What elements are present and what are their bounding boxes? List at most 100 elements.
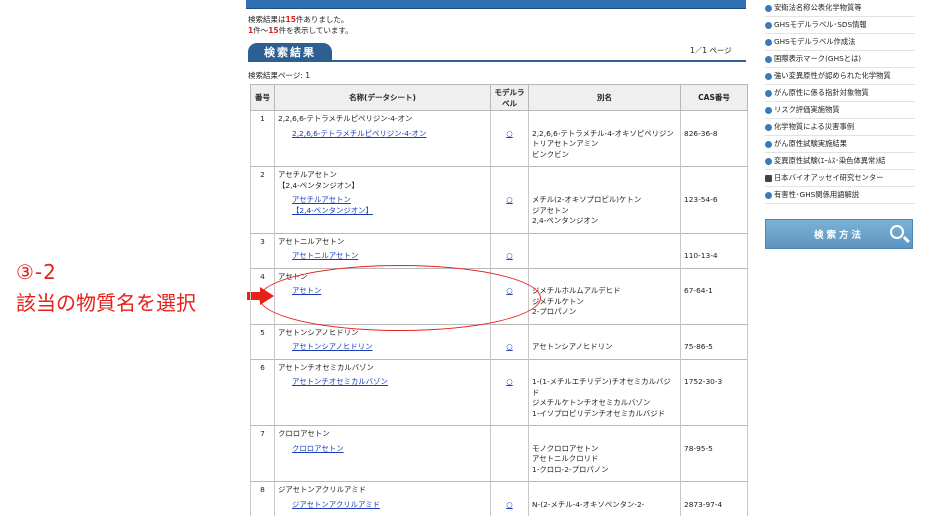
row-number: 2 bbox=[250, 166, 275, 193]
sidebar-item-label: 安衛法名称公表化学物質等 bbox=[774, 3, 862, 12]
alias-cell: モノクロロアセトン アセトニルクロリド 1-クロロ-2-プロパノン bbox=[528, 441, 681, 482]
header-number: 番号 bbox=[250, 84, 275, 111]
sidebar-item-label: 強い変異原性が認められた化学物質 bbox=[774, 71, 891, 80]
model-label-link[interactable]: ○ bbox=[506, 251, 512, 260]
row-number: 3 bbox=[250, 232, 275, 249]
table-row-detail: クロロアセトン モノクロロアセトン アセトニルクロリド 1-クロロ-2-プロパノン… bbox=[250, 441, 748, 482]
building-icon bbox=[765, 174, 772, 182]
header-model-label: モデルラベル bbox=[490, 84, 529, 111]
bullet-icon bbox=[765, 140, 772, 148]
substance-link[interactable]: アセチルアセトン 【2,4-ペンタンジオン】 bbox=[278, 195, 487, 216]
sidebar-item[interactable]: がん原性に係る指針対象物質 bbox=[765, 85, 915, 102]
table-row: 2 アセチルアセトン 【2,4-ペンタンジオン】 bbox=[250, 166, 748, 193]
sidebar-item[interactable]: 安衛法名称公表化学物質等 bbox=[765, 0, 915, 17]
table-row: 3 アセトニルアセトン bbox=[250, 232, 748, 249]
bullet-icon bbox=[765, 123, 772, 131]
page-count: 1／1 ページ bbox=[690, 46, 732, 55]
alias-cell: 2,2,6,6-テトラメチル-4-オキソピペリジン トリアセトンアミン ビンクビ… bbox=[528, 126, 681, 167]
table-row: 5 アセトンシアノヒドリン bbox=[250, 323, 748, 340]
table-row: 6 アセトンチオセミカルバゾン bbox=[250, 358, 748, 375]
cas-cell: 78-95-5 bbox=[680, 441, 748, 482]
model-label-link[interactable]: ○ bbox=[506, 342, 512, 351]
model-label-link[interactable]: ○ bbox=[506, 500, 512, 509]
table-row-detail: 2,2,6,6-テトラメチルピペリジン-4-オン ○ 2,2,6,6-テトラメチル-… bbox=[250, 126, 748, 167]
sidebar-item[interactable]: 国際表示マーク(GHSとは) bbox=[765, 51, 915, 68]
sidebar-item-label: リスク評価実施物質 bbox=[774, 105, 840, 114]
row-group-name: アセチルアセトン 【2,4-ペンタンジオン】 bbox=[274, 166, 491, 193]
sidebar-item-label: 有害性･GHS関係用語解説 bbox=[774, 190, 860, 199]
sidebar-item-label: 変異原性試験(ｴｰﾑｽ･染色体異常)結 bbox=[774, 156, 886, 165]
sidebar-item[interactable]: 強い変異原性が認められた化学物質 bbox=[765, 68, 915, 85]
bullet-icon bbox=[765, 55, 772, 63]
substance-link[interactable]: アセトンシアノヒドリン bbox=[278, 342, 487, 353]
sidebar-item[interactable]: 変異原性試験(ｴｰﾑｽ･染色体異常)結 bbox=[765, 153, 915, 170]
row-group-name: アセトンチオセミカルバゾン bbox=[274, 358, 491, 375]
highlight-oval bbox=[259, 265, 541, 331]
cas-cell: 75-86-5 bbox=[680, 340, 748, 359]
row-group-name: アセトニルアセトン bbox=[274, 232, 491, 249]
table-row: 8 ジアセトンアクリルアミド bbox=[250, 481, 748, 498]
cas-cell: 826-36-8 bbox=[680, 126, 748, 167]
heading-rule bbox=[248, 60, 746, 62]
row-number: 4 bbox=[250, 267, 275, 284]
bullet-icon bbox=[765, 89, 772, 97]
table-row: 1 2,2,6,6-テトラメチルピペリジン-4-オン bbox=[250, 110, 748, 127]
row-number: 1 bbox=[250, 110, 275, 127]
bullet-icon bbox=[765, 72, 772, 80]
search-method-label: 検索方法 bbox=[813, 230, 864, 241]
alias-cell: アセトンシアノヒドリン bbox=[528, 340, 681, 359]
bullet-icon bbox=[765, 4, 772, 12]
table-row: 7 クロロアセトン bbox=[250, 425, 748, 442]
sidebar-item-label: 化学物質による災害事例 bbox=[774, 122, 855, 131]
header-alias: 別名 bbox=[528, 84, 681, 111]
search-method-button[interactable]: 検索方法 bbox=[765, 219, 913, 249]
sidebar-item[interactable]: 有害性･GHS関係用語解説 bbox=[765, 187, 915, 204]
annotation-step: ③-2 bbox=[16, 260, 57, 284]
header-cas: CAS番号 bbox=[680, 84, 748, 111]
substance-link[interactable]: アセトニルアセトン bbox=[278, 251, 487, 262]
bullet-icon bbox=[765, 157, 772, 165]
bullet-icon bbox=[765, 38, 772, 46]
model-label-link[interactable]: ○ bbox=[506, 129, 512, 138]
alias-cell: 1-(1-メチルエチリデン)チオセミカルバジド ジメチルケトンチオセミカルバゾン… bbox=[528, 375, 681, 426]
sidebar-item[interactable]: がん原性試験実施結果 bbox=[765, 136, 915, 153]
search-icon bbox=[890, 225, 904, 239]
row-number: 6 bbox=[250, 358, 275, 375]
row-number: 8 bbox=[250, 481, 275, 498]
sidebar-item-label: がん原性に係る指針対象物質 bbox=[774, 88, 869, 97]
table-row-detail: ジアセトンアクリルアミド ○ N-(2-メチル-4-オキソペンタン-2- 2873-9… bbox=[250, 497, 748, 516]
cas-cell: 2873-97-4 bbox=[680, 497, 748, 516]
substance-link[interactable]: アセトンチオセミカルバゾン bbox=[278, 377, 487, 388]
sidebar-item[interactable]: リスク評価実施物質 bbox=[765, 102, 915, 119]
alias-cell: メチル(2-オキソプロピル)ケトン ジアセトン 2,4-ペンタンジオン bbox=[528, 193, 681, 233]
row-number: 5 bbox=[250, 323, 275, 340]
bullet-icon bbox=[765, 106, 772, 114]
cas-cell: 110-13-4 bbox=[680, 249, 748, 268]
results-heading: 検索結果 bbox=[248, 43, 332, 61]
sidebar: 安衛法名称公表化学物質等 GHSモデルラベル･SDS情報 GHSモデルラベル作成法国… bbox=[765, 0, 915, 204]
bullet-icon bbox=[765, 191, 772, 199]
substance-link[interactable]: クロロアセトン bbox=[278, 444, 487, 455]
row-number: 7 bbox=[250, 425, 275, 442]
alias-cell: N-(2-メチル-4-オキソペンタン-2- bbox=[528, 497, 681, 516]
table-row-detail: アセトンチオセミカルバゾン ○ 1-(1-メチルエチリデン)チオセミカルバジド ジメ… bbox=[250, 375, 748, 426]
sidebar-item-label: 国際表示マーク(GHSとは) bbox=[774, 54, 862, 63]
sidebar-item[interactable]: 日本バイオアッセイ研究センター bbox=[765, 170, 915, 187]
model-label-link[interactable]: ○ bbox=[506, 377, 512, 386]
table-row-detail: アセトンシアノヒドリン ○ アセトンシアノヒドリン 75-86-5 bbox=[250, 340, 748, 359]
cas-cell: 67-64-1 bbox=[680, 284, 748, 324]
row-group-name: 2,2,6,6-テトラメチルピペリジン-4-オン bbox=[274, 110, 491, 127]
alias-cell bbox=[528, 249, 681, 268]
substance-link[interactable]: ジアセトンアクリルアミド bbox=[278, 500, 487, 511]
sidebar-item[interactable]: 化学物質による災害事例 bbox=[765, 119, 915, 136]
result-summary: 検索結果は15件ありました。 1件～15件を表示しています。 bbox=[248, 15, 353, 35]
header-name: 名称(データシート) bbox=[274, 84, 491, 111]
annotation-text: 該当の物質名を選択 bbox=[16, 291, 196, 315]
cas-cell: 1752-30-3 bbox=[680, 375, 748, 426]
bullet-icon bbox=[765, 21, 772, 29]
sidebar-item[interactable]: GHSモデルラベル･SDS情報 bbox=[765, 17, 915, 34]
sidebar-item[interactable]: GHSモデルラベル作成法 bbox=[765, 34, 915, 51]
model-label-link[interactable]: ○ bbox=[506, 195, 512, 204]
substance-link[interactable]: 2,2,6,6-テトラメチルピペリジン-4-オン bbox=[278, 129, 487, 140]
header-banner bbox=[246, 0, 746, 9]
